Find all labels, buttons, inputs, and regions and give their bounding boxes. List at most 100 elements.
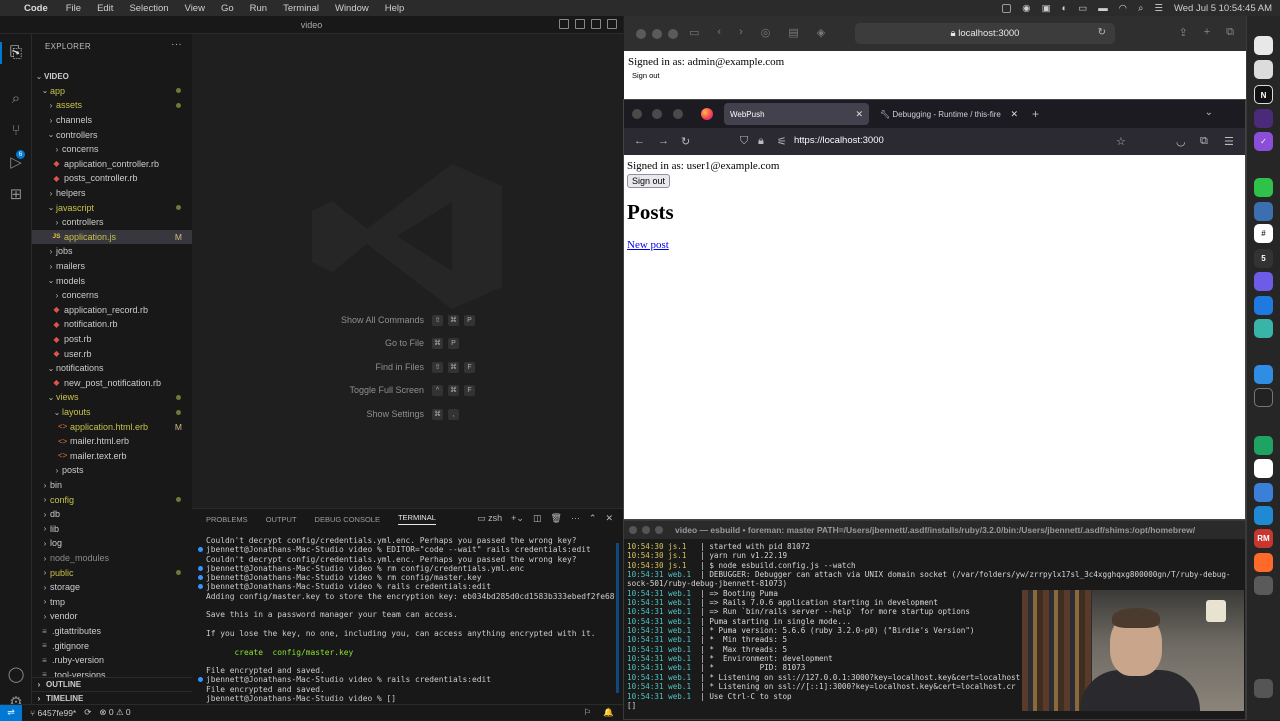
tree-folder[interactable]: › jobs xyxy=(32,244,192,259)
menu-edit[interactable]: Edit xyxy=(97,3,113,14)
more-icon[interactable]: ··· xyxy=(571,513,580,524)
new-tab-icon[interactable]: + xyxy=(1204,26,1210,39)
menu-view[interactable]: View xyxy=(185,3,205,14)
status-icon[interactable] xyxy=(1002,3,1012,13)
toggle-secondary-sidebar-icon[interactable] xyxy=(591,19,601,29)
slack-icon[interactable]: # xyxy=(1254,224,1273,243)
trash-icon[interactable] xyxy=(1254,679,1273,698)
tree-folder[interactable]: › channels xyxy=(32,113,192,128)
source-control-icon[interactable]: ⑂ xyxy=(7,122,25,140)
tree-folder[interactable]: › concerns xyxy=(32,142,192,157)
terminal-scrollbar[interactable] xyxy=(616,543,619,693)
list-tabs-icon[interactable]: ⌄ xyxy=(1205,107,1213,118)
battery-icon[interactable]: ▬ xyxy=(1098,3,1108,14)
app-menu[interactable]: Code xyxy=(24,3,48,14)
app-icon-2[interactable] xyxy=(1254,272,1273,291)
account-icon[interactable]: ◯ xyxy=(7,666,25,684)
permissions-icon[interactable]: ⚟ xyxy=(777,135,787,148)
tasks-icon[interactable]: ✓ xyxy=(1254,132,1273,151)
tree-folder[interactable]: › helpers xyxy=(32,186,192,201)
reader-icon[interactable]: ▤ xyxy=(788,26,798,39)
sign-out-button[interactable]: Sign out xyxy=(627,174,671,188)
tree-folder[interactable]: ⌄ models xyxy=(32,273,192,288)
tab-overview-icon[interactable]: ⧉ xyxy=(1226,26,1234,39)
toggle-sidebar-icon[interactable] xyxy=(559,19,569,29)
firefox-view-icon[interactable] xyxy=(701,108,713,120)
extensions-icon[interactable]: ⧉ xyxy=(1200,135,1208,148)
calendar-icon[interactable]: 5 xyxy=(1254,249,1273,268)
customize-layout-icon[interactable] xyxy=(607,19,617,29)
finder-icon-2[interactable] xyxy=(1254,483,1273,502)
reload-icon[interactable]: ↻ xyxy=(681,135,690,148)
recording-icon[interactable]: ◉ xyxy=(1022,3,1030,14)
search-icon[interactable]: ⌕ xyxy=(7,90,25,108)
git-branch[interactable]: ⑂ 6457fe99* xyxy=(30,708,76,718)
close-window-icon[interactable] xyxy=(629,526,637,534)
new-post-link[interactable]: New post xyxy=(627,239,669,251)
tree-file[interactable]: ◆ user.rb xyxy=(32,346,192,361)
control-center-icon[interactable]: ☰ xyxy=(1154,3,1163,14)
bookmark-star-icon[interactable]: ☆ xyxy=(1116,135,1126,148)
display-icon[interactable]: ▭ xyxy=(1078,3,1087,14)
tab-output[interactable]: OUTPUT xyxy=(266,515,297,524)
close-panel-icon[interactable]: ✕ xyxy=(605,513,613,524)
minimize-window-icon[interactable] xyxy=(642,526,650,534)
problems-count[interactable]: ⊗ 0 ⚠ 0 xyxy=(99,707,130,718)
notion-icon[interactable]: N xyxy=(1254,85,1273,104)
tree-folder[interactable]: ⌄ views xyxy=(32,390,192,405)
zoom-window-icon[interactable] xyxy=(672,109,683,119)
new-terminal-icon[interactable]: +⌄ xyxy=(511,513,524,524)
pocket-icon[interactable]: ◡ xyxy=(1176,135,1186,148)
firefox-icon[interactable] xyxy=(1254,553,1273,572)
tree-folder[interactable]: ⌄ layouts xyxy=(32,405,192,420)
tree-file[interactable]: ◆ posts_controller.rb xyxy=(32,171,192,186)
minimize-window-icon[interactable] xyxy=(652,28,662,39)
zoom-window-icon[interactable] xyxy=(655,526,663,534)
terminal-shell-label[interactable]: ▭ zsh xyxy=(477,513,502,524)
mail-icon[interactable] xyxy=(1254,296,1273,315)
wifi-icon[interactable]: ◠ xyxy=(1119,3,1127,14)
tab-problems[interactable]: PROBLEMS xyxy=(206,515,248,524)
menu-file[interactable]: File xyxy=(66,3,81,14)
sound-icon[interactable]: ◐ xyxy=(1062,3,1068,14)
tree-folder[interactable]: ⌄ app xyxy=(32,84,192,99)
tree-file[interactable]: ◆ application_record.rb xyxy=(32,303,192,318)
tree-file[interactable]: ◆ new_post_notification.rb xyxy=(32,376,192,391)
explorer-icon[interactable]: ⎘ xyxy=(0,42,25,64)
toggle-panel-icon[interactable] xyxy=(575,19,585,29)
preview-icon[interactable] xyxy=(1254,202,1273,221)
menu-help[interactable]: Help xyxy=(385,3,405,14)
extensions-icon[interactable]: ◈ xyxy=(817,26,825,39)
tree-file[interactable]: <> mailer.html.erb xyxy=(32,434,192,449)
tree-folder[interactable]: ⌄ javascript xyxy=(32,200,192,215)
close-window-icon[interactable] xyxy=(636,28,646,39)
app-icon-3[interactable] xyxy=(1254,319,1273,338)
zoom-window-icon[interactable] xyxy=(668,28,678,39)
lock-icon[interactable]: 🔒︎ xyxy=(758,135,764,148)
tree-folder[interactable]: › controllers xyxy=(32,215,192,230)
chrome-icon[interactable] xyxy=(1254,459,1273,478)
app-icon-4[interactable] xyxy=(1254,576,1273,595)
tree-file[interactable]: ◆ post.rb xyxy=(32,332,192,347)
tree-file[interactable]: <> mailer.text.erb xyxy=(32,449,192,464)
search-icon[interactable]: ⌕ xyxy=(1138,3,1143,14)
tree-file[interactable]: ≡ .gitignore xyxy=(32,638,192,653)
tree-file[interactable]: ≡ .ruby-version xyxy=(32,653,192,668)
tree-folder[interactable]: › mailers xyxy=(32,259,192,274)
tree-folder[interactable]: › tmp xyxy=(32,595,192,610)
menu-run[interactable]: Run xyxy=(250,3,267,14)
tree-file[interactable]: ◆ application_controller.rb xyxy=(32,157,192,172)
tree-folder[interactable]: › config xyxy=(32,492,192,507)
privacy-icon[interactable]: ◎ xyxy=(761,26,771,39)
maximize-panel-icon[interactable]: ⌃ xyxy=(589,513,597,524)
feedback-icon[interactable]: ⚐ xyxy=(584,707,592,718)
tab-debug-console[interactable]: DEBUG CONSOLE xyxy=(315,515,380,524)
rubymine-icon[interactable]: RM xyxy=(1254,529,1273,548)
forward-icon[interactable]: → xyxy=(658,135,669,147)
reload-icon[interactable]: ↻ xyxy=(1098,27,1106,38)
close-tab-icon[interactable]: ✕ xyxy=(855,109,863,120)
tree-folder[interactable]: › storage xyxy=(32,580,192,595)
tab-debugging[interactable]: 🔧︎ Debugging - Runtime / this-fire ✕ xyxy=(874,103,1024,125)
firefox-url-bar[interactable]: https://localhost:3000 xyxy=(794,135,884,146)
back-icon[interactable]: ‹ xyxy=(717,26,721,39)
